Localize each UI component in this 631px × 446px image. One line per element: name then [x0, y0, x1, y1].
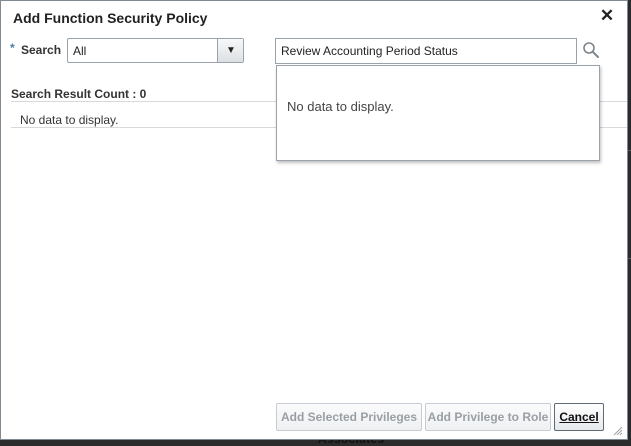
results-empty-message: No data to display. [20, 113, 119, 127]
search-result-count: Search Result Count : 0 [11, 87, 147, 101]
add-privilege-to-role-button[interactable]: Add Privilege to Role [425, 403, 551, 431]
search-suggestions-popup: No data to display. [276, 65, 600, 161]
cancel-button[interactable]: Cancel [554, 403, 604, 431]
add-function-security-policy-dialog: Add Function Security Policy ✕ * Search … [0, 0, 628, 440]
magnifier-icon[interactable] [582, 41, 600, 59]
dialog-title: Add Function Security Policy [13, 10, 208, 26]
search-scope-select[interactable]: All ▼ [67, 38, 244, 63]
caret-down-icon: ▼ [226, 45, 236, 56]
resize-grip-icon[interactable] [611, 424, 623, 436]
suggestions-empty-message: No data to display. [287, 99, 394, 114]
search-label: Search [21, 43, 62, 57]
search-scope-dropdown-button[interactable]: ▼ [217, 39, 243, 62]
close-icon[interactable]: ✕ [598, 7, 616, 25]
search-scope-value: All [73, 44, 87, 58]
add-selected-privileges-button[interactable]: Add Selected Privileges [276, 403, 422, 431]
required-marker: * [10, 41, 15, 55]
search-input[interactable] [275, 38, 577, 64]
